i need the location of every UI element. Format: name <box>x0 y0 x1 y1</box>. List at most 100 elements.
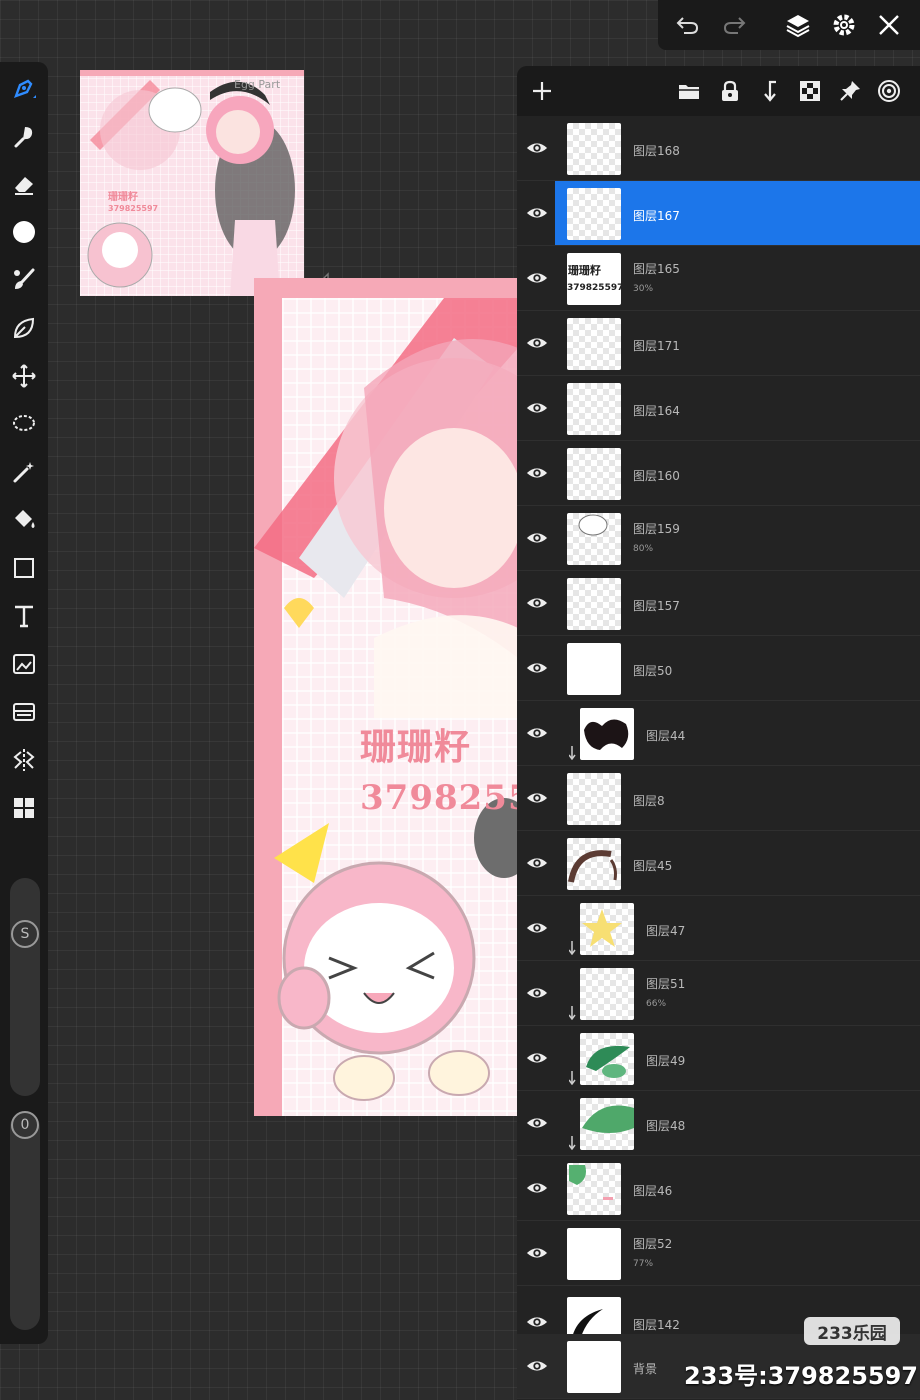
layer-row[interactable]: 图层48 <box>517 1091 920 1156</box>
layer-thumbnail[interactable] <box>580 903 634 955</box>
close-button[interactable] <box>874 10 904 40</box>
layer-visibility-toggle[interactable] <box>523 199 551 227</box>
layer-thumbnail[interactable] <box>567 383 621 435</box>
image-adjust-tool[interactable] <box>6 646 42 682</box>
layer-thumbnail[interactable] <box>567 318 621 370</box>
layer-row[interactable]: 珊珊籽 379825597 图层165 30% <box>517 246 920 311</box>
layer-thumbnail[interactable] <box>580 968 634 1020</box>
layer-name: 图层171 <box>633 339 680 353</box>
layer-visibility-toggle[interactable] <box>523 1174 551 1202</box>
layer-visibility-toggle[interactable] <box>523 1239 551 1267</box>
layer-visibility-toggle[interactable] <box>523 1044 551 1072</box>
eye-icon <box>526 728 548 738</box>
more-tools[interactable] <box>6 790 42 826</box>
layer-row[interactable]: 图层44 <box>517 701 920 766</box>
layer-name: 图层159 <box>633 522 680 536</box>
layer-thumbnail[interactable] <box>567 123 621 175</box>
opacity-slider[interactable] <box>10 1112 40 1330</box>
layer-visibility-toggle[interactable] <box>523 1352 551 1380</box>
layer-visibility-toggle[interactable] <box>523 719 551 747</box>
layer-thumbnail[interactable] <box>567 448 621 500</box>
drawing-canvas[interactable]: 珊珊籽 379825597 <box>254 278 518 1116</box>
smudge-tool[interactable] <box>6 118 42 154</box>
layer-visibility-toggle[interactable] <box>523 1109 551 1137</box>
lasso-tool[interactable] <box>6 406 42 442</box>
fill-bucket-tool[interactable] <box>6 502 42 538</box>
layer-thumbnail[interactable] <box>580 708 634 760</box>
layer-row[interactable]: 图层46 <box>517 1156 920 1221</box>
redo-button[interactable] <box>720 10 750 40</box>
settings-button[interactable] <box>829 10 859 40</box>
layer-row[interactable]: 图层167 <box>517 181 920 246</box>
layer-thumbnail[interactable] <box>567 643 621 695</box>
layer-row[interactable]: 图层51 66% <box>517 961 920 1026</box>
layer-thumbnail[interactable] <box>567 513 621 565</box>
brush-tool[interactable] <box>6 262 42 298</box>
text-tool[interactable] <box>6 598 42 634</box>
layer-visibility-toggle[interactable] <box>523 264 551 292</box>
target-button[interactable] <box>874 76 904 106</box>
brush-size-slider[interactable] <box>10 878 40 1096</box>
layer-thumbnail[interactable] <box>567 1341 621 1393</box>
layer-visibility-toggle[interactable] <box>523 134 551 162</box>
move-icon <box>12 364 36 388</box>
layer-thumbnail[interactable] <box>567 188 621 240</box>
tool-sidebar: S 0 <box>0 62 48 1344</box>
layer-visibility-toggle[interactable] <box>523 459 551 487</box>
watermark-text: 233号:379825597 <box>684 1362 918 1390</box>
layer-visibility-toggle[interactable] <box>523 329 551 357</box>
layer-thumbnail[interactable] <box>567 578 621 630</box>
pin-layer-button[interactable] <box>835 76 865 106</box>
reference-thumbnail[interactable]: Egg Part 珊珊籽 379825597 <box>80 70 304 296</box>
opacity-label: 0 <box>20 1117 30 1133</box>
layer-row[interactable]: 图层52 77% <box>517 1221 920 1286</box>
layer-row[interactable]: 图层160 <box>517 441 920 506</box>
layer-visibility-toggle[interactable] <box>523 524 551 552</box>
image-tool[interactable] <box>6 694 42 730</box>
layer-row[interactable]: 图层171 <box>517 311 920 376</box>
layer-visibility-toggle[interactable] <box>523 654 551 682</box>
brush-size-knob[interactable]: S <box>11 920 39 948</box>
layer-visibility-toggle[interactable] <box>523 979 551 1007</box>
fill-bucket-icon <box>15 510 35 528</box>
layers-button[interactable] <box>783 10 813 40</box>
rectangle-tool[interactable] <box>6 550 42 586</box>
layer-group-button[interactable] <box>674 76 704 106</box>
leaf-tool[interactable] <box>6 310 42 346</box>
layer-visibility-toggle[interactable] <box>523 394 551 422</box>
layer-row[interactable]: 图层159 80% <box>517 506 920 571</box>
merge-down-button[interactable] <box>755 76 785 106</box>
layer-row[interactable]: 图层164 <box>517 376 920 441</box>
layer-visibility-toggle[interactable] <box>523 589 551 617</box>
add-layer-button[interactable] <box>527 76 557 106</box>
layer-visibility-toggle[interactable] <box>523 784 551 812</box>
layer-thumbnail[interactable] <box>580 1098 634 1150</box>
move-tool[interactable] <box>6 358 42 394</box>
layer-thumbnail[interactable] <box>567 1163 621 1215</box>
layer-row[interactable]: 图层49 <box>517 1026 920 1091</box>
layer-row[interactable]: 图层47 <box>517 896 920 961</box>
opacity-knob[interactable]: 0 <box>11 1111 39 1139</box>
undo-button[interactable] <box>672 10 702 40</box>
lock-layer-button[interactable] <box>715 76 745 106</box>
layer-visibility-toggle[interactable] <box>523 914 551 942</box>
layer-visibility-toggle[interactable] <box>523 849 551 877</box>
color-tool[interactable] <box>6 214 42 250</box>
layer-row[interactable]: 图层157 <box>517 571 920 636</box>
layer-thumbnail[interactable] <box>580 1033 634 1085</box>
layer-thumbnail[interactable] <box>567 838 621 890</box>
layer-visibility-toggle[interactable] <box>523 1308 551 1336</box>
symmetry-tool[interactable] <box>6 742 42 778</box>
layer-row[interactable]: 图层45 <box>517 831 920 896</box>
eraser-tool[interactable] <box>6 166 42 202</box>
layer-opacity: 77% <box>633 1259 654 1269</box>
magic-wand-tool[interactable] <box>6 454 42 490</box>
pen-tool[interactable] <box>6 70 42 106</box>
layer-row[interactable]: 图层50 <box>517 636 920 701</box>
transparency-button[interactable] <box>795 76 825 106</box>
layer-row[interactable]: 图层8 <box>517 766 920 831</box>
layer-thumbnail[interactable] <box>567 773 621 825</box>
layer-thumbnail[interactable]: 珊珊籽 379825597 <box>567 253 621 305</box>
layer-row[interactable]: 图层168 <box>517 116 920 181</box>
layer-thumbnail[interactable] <box>567 1228 621 1280</box>
